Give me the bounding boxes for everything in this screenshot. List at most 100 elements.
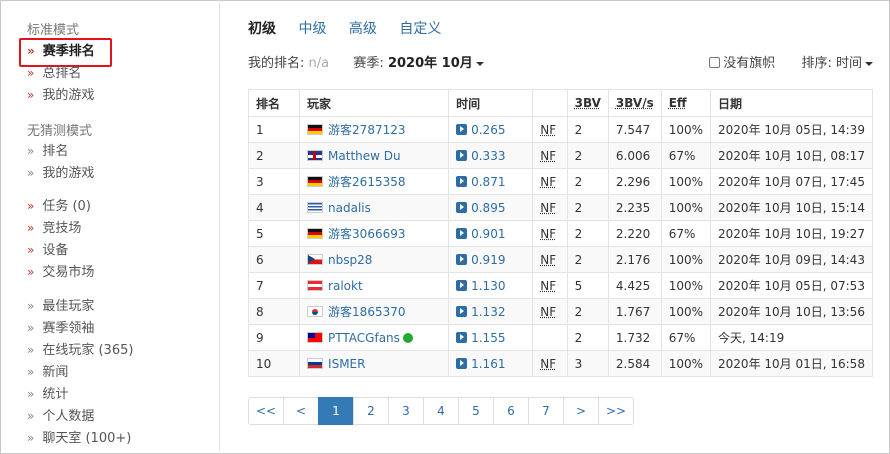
- replay-link[interactable]: 0.895: [456, 201, 505, 215]
- rank-cell: 10: [247, 350, 301, 377]
- rank-cell: 2: [247, 142, 301, 169]
- table-row: 1 游客2787123 0.265 NF 2 7.547 100% 2020年 10月 05日…: [247, 116, 873, 143]
- sidebar-item-season-leaders[interactable]: » 赛季领袖: [27, 318, 94, 338]
- nf-cell: NF: [532, 116, 568, 143]
- nf-cell: NF: [532, 220, 568, 247]
- replay-link[interactable]: 0.871: [456, 175, 505, 189]
- eff-cell: 67%: [660, 142, 712, 169]
- replay-link[interactable]: 0.265: [456, 123, 505, 137]
- sidebar-item-online-players[interactable]: » 在线玩家 (365): [27, 340, 133, 360]
- sidebar-item-equipment[interactable]: » 设备: [27, 240, 68, 260]
- header-time[interactable]: 时间: [448, 89, 534, 117]
- date-cell: 2020年 10月 09日, 14:43: [710, 246, 873, 273]
- replay-link[interactable]: 1.132: [456, 305, 505, 319]
- page-button[interactable]: 1: [318, 397, 354, 425]
- checkbox-icon: [709, 57, 721, 68]
- tab-expert[interactable]: 高级: [349, 18, 377, 38]
- sidebar-item-marketplace[interactable]: » 交易市场: [27, 262, 94, 282]
- sidebar-item-noguess-my-games[interactable]: » 我的游戏: [27, 163, 94, 183]
- player-link[interactable]: 游客3066693: [328, 227, 405, 241]
- header-eff[interactable]: Eff: [660, 89, 712, 117]
- sidebar-item-statistics[interactable]: » 统计: [27, 384, 68, 404]
- tab-beginner[interactable]: 初级: [248, 18, 276, 38]
- time-cell: 0.871: [448, 168, 534, 195]
- date-cell: 2020年 10月 10日, 15:14: [710, 194, 873, 221]
- play-video-icon: [456, 331, 468, 343]
- sidebar-item-tasks[interactable]: » 任务 (0): [27, 196, 91, 216]
- 3bvs-cell: 1.767: [607, 298, 662, 325]
- player-link[interactable]: PTTACGfans: [328, 331, 400, 345]
- page-button[interactable]: >>: [598, 397, 634, 425]
- season-dropdown[interactable]: 2020年 10月: [388, 56, 484, 71]
- player-link[interactable]: 游客1865370: [328, 305, 405, 319]
- flag-icon: [307, 124, 324, 135]
- chevron-right-icon: »: [27, 431, 35, 445]
- replay-link[interactable]: 1.161: [456, 357, 505, 371]
- nf-badge: NF: [540, 226, 557, 241]
- sidebar-item-arena[interactable]: » 竞技场: [27, 218, 81, 238]
- sidebar-item-news[interactable]: » 新闻: [27, 362, 68, 382]
- page-button[interactable]: 3: [388, 397, 424, 425]
- rank-cell: 4: [247, 194, 301, 221]
- page-button[interactable]: >: [563, 397, 599, 425]
- flag-icon: [307, 279, 324, 291]
- player-cell: ralokt: [299, 272, 450, 299]
- player-link[interactable]: nadalis: [328, 201, 371, 215]
- tab-intermediate[interactable]: 中级: [298, 18, 326, 38]
- eff-cell: 100%: [660, 272, 712, 299]
- player-cell: 游客2615358: [299, 168, 450, 195]
- header-player[interactable]: 玩家: [299, 89, 450, 117]
- header-date[interactable]: 日期: [710, 89, 873, 117]
- player-link[interactable]: ISMER: [328, 357, 365, 371]
- sidebar-item-overall-ranking[interactable]: » 总排名: [27, 63, 81, 83]
- sidebar-item-noguess-ranking[interactable]: » 排名: [27, 141, 68, 161]
- 3bvs-cell: 7.547: [607, 116, 662, 143]
- 3bvs-cell: 6.006: [607, 142, 662, 169]
- header-rank[interactable]: 排名: [247, 89, 301, 117]
- chevron-right-icon: »: [27, 66, 35, 80]
- page-button[interactable]: 7: [528, 397, 564, 425]
- sort-dropdown[interactable]: 排序: 时间: [801, 56, 873, 71]
- table-row: 5 游客3066693 0.901 NF 2 2.220 67% 2020年 10月 10日,…: [247, 220, 873, 247]
- page-button[interactable]: <: [283, 397, 319, 425]
- player-cell: 游客3066693: [299, 220, 450, 247]
- time-cell: 0.895: [448, 194, 534, 221]
- tab-custom[interactable]: 自定义: [399, 18, 441, 38]
- replay-link[interactable]: 0.333: [456, 149, 505, 163]
- table-row: 6 nbsp28 0.919 NF 2 2.176 100% 2020年 10月 09日, 1…: [247, 246, 873, 273]
- flag-icon: [307, 306, 324, 317]
- eff-cell: 67%: [660, 324, 712, 351]
- play-video-icon: [456, 305, 468, 317]
- page-button[interactable]: 6: [493, 397, 529, 425]
- player-link[interactable]: nbsp28: [328, 253, 372, 267]
- no-flag-checkbox[interactable]: 没有旗帜: [709, 56, 775, 71]
- nf-cell: NF: [532, 194, 568, 221]
- player-link[interactable]: 游客2615358: [328, 175, 405, 189]
- page-button[interactable]: <<: [248, 397, 284, 425]
- header-3bvs[interactable]: 3BV/s: [607, 89, 662, 117]
- replay-link[interactable]: 0.919: [456, 253, 505, 267]
- page-button[interactable]: 5: [458, 397, 494, 425]
- header-3bv[interactable]: 3BV: [566, 89, 609, 117]
- page-button[interactable]: 2: [353, 397, 389, 425]
- sidebar-item-my-games[interactable]: » 我的游戏: [27, 85, 94, 105]
- replay-link[interactable]: 1.130: [456, 279, 505, 293]
- page-button[interactable]: 4: [423, 397, 459, 425]
- flag-icon: [307, 149, 324, 161]
- table-row: 7 ralokt 1.130 NF 5 4.425 100% 2020年 10月 05日, 0…: [247, 272, 873, 299]
- season-label: 赛季:: [353, 56, 384, 71]
- date-cell: 2020年 10月 10日, 13:56: [710, 298, 873, 325]
- sidebar-item-season-ranking[interactable]: » 赛季排名: [27, 41, 95, 61]
- sidebar-item-best-players[interactable]: » 最佳玩家: [27, 296, 94, 316]
- player-link[interactable]: ralokt: [328, 279, 363, 293]
- chevron-right-icon: »: [27, 166, 35, 180]
- replay-link[interactable]: 0.901: [456, 227, 505, 241]
- player-link[interactable]: Matthew Du: [328, 149, 401, 163]
- sidebar-item-personal-data[interactable]: » 个人数据: [27, 406, 94, 426]
- player-link[interactable]: 游客2787123: [328, 123, 405, 137]
- replay-link[interactable]: 1.155: [456, 331, 505, 345]
- rank-cell: 5: [247, 220, 301, 247]
- sidebar-item-chat-room[interactable]: » 聊天室 (100+): [27, 428, 131, 448]
- chevron-right-icon: »: [27, 409, 35, 423]
- date-cell: 2020年 10月 05日, 14:39: [710, 116, 873, 143]
